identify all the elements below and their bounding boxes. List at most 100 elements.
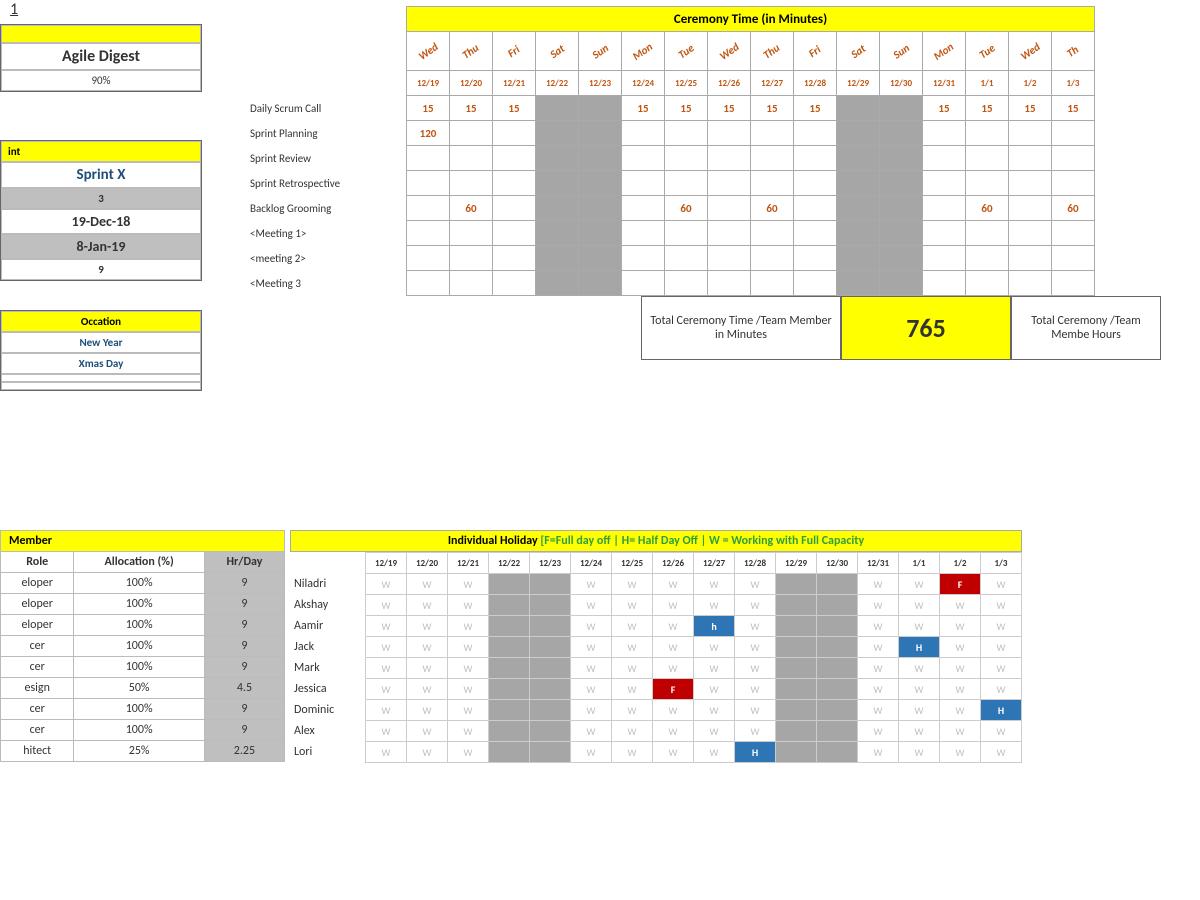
ceremony-cell[interactable]: 120 [407,121,450,146]
holiday-cell[interactable]: W [571,595,612,616]
holiday-cell[interactable] [530,721,571,742]
holiday-cell[interactable] [489,700,530,721]
ceremony-cell[interactable]: 15 [751,96,794,121]
holiday-cell[interactable]: W [407,721,448,742]
ceremony-cell[interactable] [751,271,794,296]
ceremony-cell[interactable] [536,271,579,296]
member-alloc[interactable]: 100% [74,720,204,741]
holiday-cell[interactable]: W [858,637,899,658]
ceremony-cell[interactable] [794,221,837,246]
sprint-end[interactable]: 8-Jan-19 [1,234,201,259]
holiday-cell[interactable]: H [981,700,1022,721]
ceremony-cell[interactable] [665,171,708,196]
member-role[interactable]: eloper [1,594,74,615]
holiday-cell[interactable]: W [735,574,776,595]
holiday-cell[interactable] [817,742,858,763]
ceremony-cell[interactable] [751,246,794,271]
holiday-cell[interactable]: W [735,721,776,742]
ceremony-cell[interactable] [536,196,579,221]
ceremony-cell[interactable] [794,196,837,221]
holiday-cell[interactable] [530,637,571,658]
holiday-cell[interactable]: W [366,658,407,679]
ceremony-cell[interactable] [1009,221,1052,246]
ceremony-cell[interactable] [450,171,493,196]
ceremony-cell[interactable] [794,171,837,196]
ceremony-cell[interactable] [536,221,579,246]
holiday-cell[interactable]: W [407,700,448,721]
ceremony-cell[interactable]: 15 [966,96,1009,121]
ceremony-cell[interactable] [407,246,450,271]
holiday-cell[interactable] [776,574,817,595]
ceremony-cell[interactable] [536,146,579,171]
holiday-cell[interactable]: W [735,595,776,616]
ceremony-cell[interactable]: 60 [966,196,1009,221]
holiday-cell[interactable]: W [612,637,653,658]
member-role[interactable]: cer [1,720,74,741]
holiday-cell[interactable]: W [612,616,653,637]
ceremony-cell[interactable] [1052,246,1095,271]
holiday-cell[interactable]: W [940,658,981,679]
holiday-cell[interactable]: W [981,595,1022,616]
holiday-cell[interactable] [530,595,571,616]
member-alloc[interactable]: 100% [74,573,204,594]
holiday-cell[interactable] [776,595,817,616]
ceremony-cell[interactable] [579,221,622,246]
holiday-cell[interactable]: W [407,679,448,700]
member-alloc[interactable]: 25% [74,741,204,762]
holiday-cell[interactable]: W [694,679,735,700]
ceremony-cell[interactable]: 15 [665,96,708,121]
holiday-cell[interactable]: W [571,742,612,763]
ceremony-cell[interactable]: 15 [1052,96,1095,121]
member-alloc[interactable]: 100% [74,636,204,657]
ceremony-cell[interactable] [837,121,880,146]
holiday-cell[interactable]: W [366,616,407,637]
ceremony-cell[interactable] [708,271,751,296]
ceremony-cell[interactable] [622,271,665,296]
holiday-cell[interactable]: W [858,595,899,616]
ceremony-cell[interactable] [751,146,794,171]
ceremony-cell[interactable] [1009,121,1052,146]
holiday-cell[interactable]: W [858,679,899,700]
ceremony-cell[interactable] [923,121,966,146]
ceremony-cell[interactable] [493,121,536,146]
occasion-item[interactable] [1,374,201,382]
holiday-cell[interactable]: W [448,637,489,658]
holiday-cell[interactable]: W [694,658,735,679]
holiday-cell[interactable]: W [899,658,940,679]
holiday-cell[interactable]: W [858,616,899,637]
ceremony-cell[interactable] [837,196,880,221]
ceremony-cell[interactable] [579,121,622,146]
ceremony-cell[interactable] [450,121,493,146]
holiday-cell[interactable]: W [571,616,612,637]
ceremony-cell[interactable] [536,96,579,121]
sprint-weeks[interactable]: 3 [1,188,201,209]
holiday-cell[interactable]: W [653,574,694,595]
holiday-cell[interactable]: W [735,616,776,637]
holiday-cell[interactable]: W [612,679,653,700]
sprint-name[interactable]: Sprint X [1,162,201,188]
holiday-cell[interactable] [817,616,858,637]
holiday-cell[interactable]: W [448,616,489,637]
holiday-cell[interactable] [489,595,530,616]
holiday-cell[interactable] [776,742,817,763]
member-role[interactable]: cer [1,699,74,720]
ceremony-cell[interactable] [622,146,665,171]
holiday-cell[interactable]: W [448,742,489,763]
ceremony-cell[interactable]: 15 [708,96,751,121]
holiday-cell[interactable]: W [735,658,776,679]
holiday-cell[interactable]: W [366,595,407,616]
ceremony-cell[interactable] [450,246,493,271]
holiday-cell[interactable]: W [858,742,899,763]
ceremony-cell[interactable] [579,171,622,196]
ceremony-cell[interactable] [923,271,966,296]
ceremony-cell[interactable]: 15 [407,96,450,121]
holiday-cell[interactable]: W [653,700,694,721]
holiday-cell[interactable] [489,637,530,658]
holiday-cell[interactable]: W [448,574,489,595]
holiday-cell[interactable]: h [694,616,735,637]
ceremony-cell[interactable] [579,146,622,171]
holiday-cell[interactable] [530,742,571,763]
sprint-start[interactable]: 19-Dec-18 [1,209,201,234]
holiday-cell[interactable]: W [899,595,940,616]
ceremony-cell[interactable] [708,196,751,221]
